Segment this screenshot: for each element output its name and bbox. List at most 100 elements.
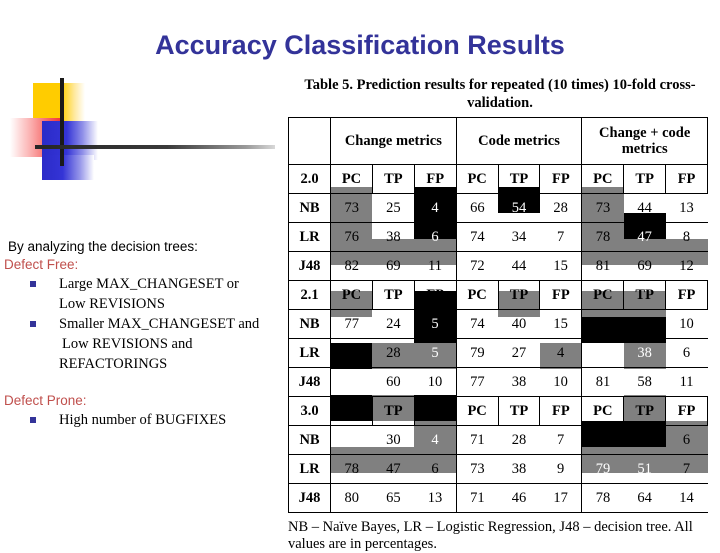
data-cell: 72 [455,251,499,281]
classifier-label-nb: NB [287,425,332,455]
data-cell: 77 [330,309,373,339]
data-cell: 77 [455,367,499,397]
classifier-label-nb: NB [287,309,332,339]
square-bullet-icon [30,281,36,287]
group-header-change-metrics: Change metrics [330,117,457,165]
data-cell: 79 [330,338,373,368]
group-header-code-metrics: Code metrics [455,117,583,165]
data-cell: 78 [581,483,624,513]
data-cell: 5 [414,338,457,368]
data-cell: 44 [498,251,540,281]
data-cell: 5 [414,309,457,339]
table-footnote: NB – Naïve Bayes, LR – Logistic Regressi… [288,519,693,552]
metric-header-pc: PC [455,396,499,426]
data-cell: 30 [372,425,415,455]
data-cell: 73 [455,454,499,484]
data-cell: 11 [665,367,708,397]
classifier-label-lr: LR [287,454,332,484]
metric-header-tp: TP [623,280,667,310]
data-cell: 78 [581,222,624,252]
data-cell: 7 [539,425,582,455]
metric-header-pc: PC [330,164,373,194]
data-cell: 13 [414,483,457,513]
data-cell: 81 [581,251,624,281]
deco-horizontal-rule [35,145,275,149]
data-cell: 4 [539,338,582,368]
metric-header-row: 3.0 PC TP FP PC TP FP PC TP FP [287,396,708,426]
square-bullet-icon [30,417,36,423]
table-body: Change metrics Code metrics Change + cod… [287,117,708,513]
square-bullet-icon [30,321,36,327]
data-cell: 38 [498,454,540,484]
data-cell: 74 [455,309,499,339]
data-cell: 76 [581,309,624,339]
classifier-label-lr: LR [287,338,332,368]
metric-header-fp: FP [539,164,583,194]
corner-blank-cell [287,117,332,165]
data-cell: 10 [665,309,708,339]
data-cell: 34 [498,222,540,252]
metric-header-fp: FP [539,396,583,426]
section-heading-defect-free: Defect Free: [4,257,79,272]
metric-header-row: 2.1 PC TP FP PC TP FP PC TP FP [287,280,708,310]
data-cell: 28 [372,338,415,368]
table-header-row: Change metrics Code metrics Change + cod… [287,117,708,165]
data-cell: 51 [623,454,666,484]
data-cell: 64 [623,483,666,513]
version-label-2-1: 2.1 [287,280,332,310]
data-cell: 58 [623,367,666,397]
data-cell: 12 [665,251,708,281]
metric-header-pc: PC [581,396,625,426]
lead-line: By analyzing the decision trees: [8,239,198,254]
data-cell: 6 [414,454,457,484]
table-row: LR 79 28 5 79 27 4 80 38 6 [287,338,708,368]
data-cell: 76 [330,222,373,252]
data-cell: 78 [330,454,373,484]
table-row: J48 82 69 11 72 44 15 81 69 12 [287,251,708,281]
data-cell: 27 [498,338,540,368]
data-cell: 74 [330,425,373,455]
data-cell: 73 [581,425,624,455]
slide-canvas: Accuracy Classification Results By analy… [0,0,720,552]
metric-header-fp: FP [539,280,583,310]
data-cell: 4 [414,425,457,455]
data-cell: 80 [581,338,624,368]
bullet-list-defect-free: Large MAX_CHANGESET or Low REVISIONS Sma… [4,274,288,374]
table-row: J48 83 60 10 77 38 10 81 58 11 [287,367,708,397]
table-row: LR 78 47 6 73 38 9 79 51 7 [287,454,708,484]
metric-header-tp: TP [371,164,415,194]
metric-header-tp: TP [497,164,541,194]
data-cell: 71 [455,483,499,513]
data-cell: 4 [414,193,457,223]
data-cell: 69 [372,251,415,281]
table-row: J48 80 65 13 71 46 17 78 64 14 [287,483,708,513]
data-cell: 7 [539,222,582,252]
bullet-line: Smaller MAX_CHANGESET and [59,316,260,332]
list-item: Smaller MAX_CHANGESET and [4,314,288,334]
data-cell: 71 [455,425,499,455]
data-cell: 74 [455,222,499,252]
data-cell: 54 [498,193,540,223]
data-cell: 44 [623,193,666,223]
data-cell: 80 [330,483,373,513]
table-row: LR 76 38 6 74 34 7 78 47 8 [287,222,708,252]
table-row: NB 77 24 5 74 40 15 76 36 10 [287,309,708,339]
data-cell: 11 [414,251,457,281]
data-cell: 6 [665,338,708,368]
version-label-2-0: 2.0 [287,164,332,194]
metric-header-fp: FP [413,396,457,426]
data-cell: 38 [623,338,666,368]
metric-header-tp: TP [371,280,415,310]
data-cell: 28 [498,425,540,455]
data-cell: 15 [539,309,582,339]
metric-header-pc: PC [455,280,499,310]
metric-header-pc: PC [455,164,499,194]
classifier-label-nb: NB [287,193,332,223]
powerpoint-template-graphic [0,0,290,190]
data-cell: 65 [372,483,415,513]
data-cell: 36 [623,309,666,339]
data-cell: 8 [665,222,708,252]
data-cell: 73 [330,193,373,223]
bullet-list-defect-prone: High number of BUGFIXES [4,410,288,430]
data-cell: 30 [623,425,666,455]
